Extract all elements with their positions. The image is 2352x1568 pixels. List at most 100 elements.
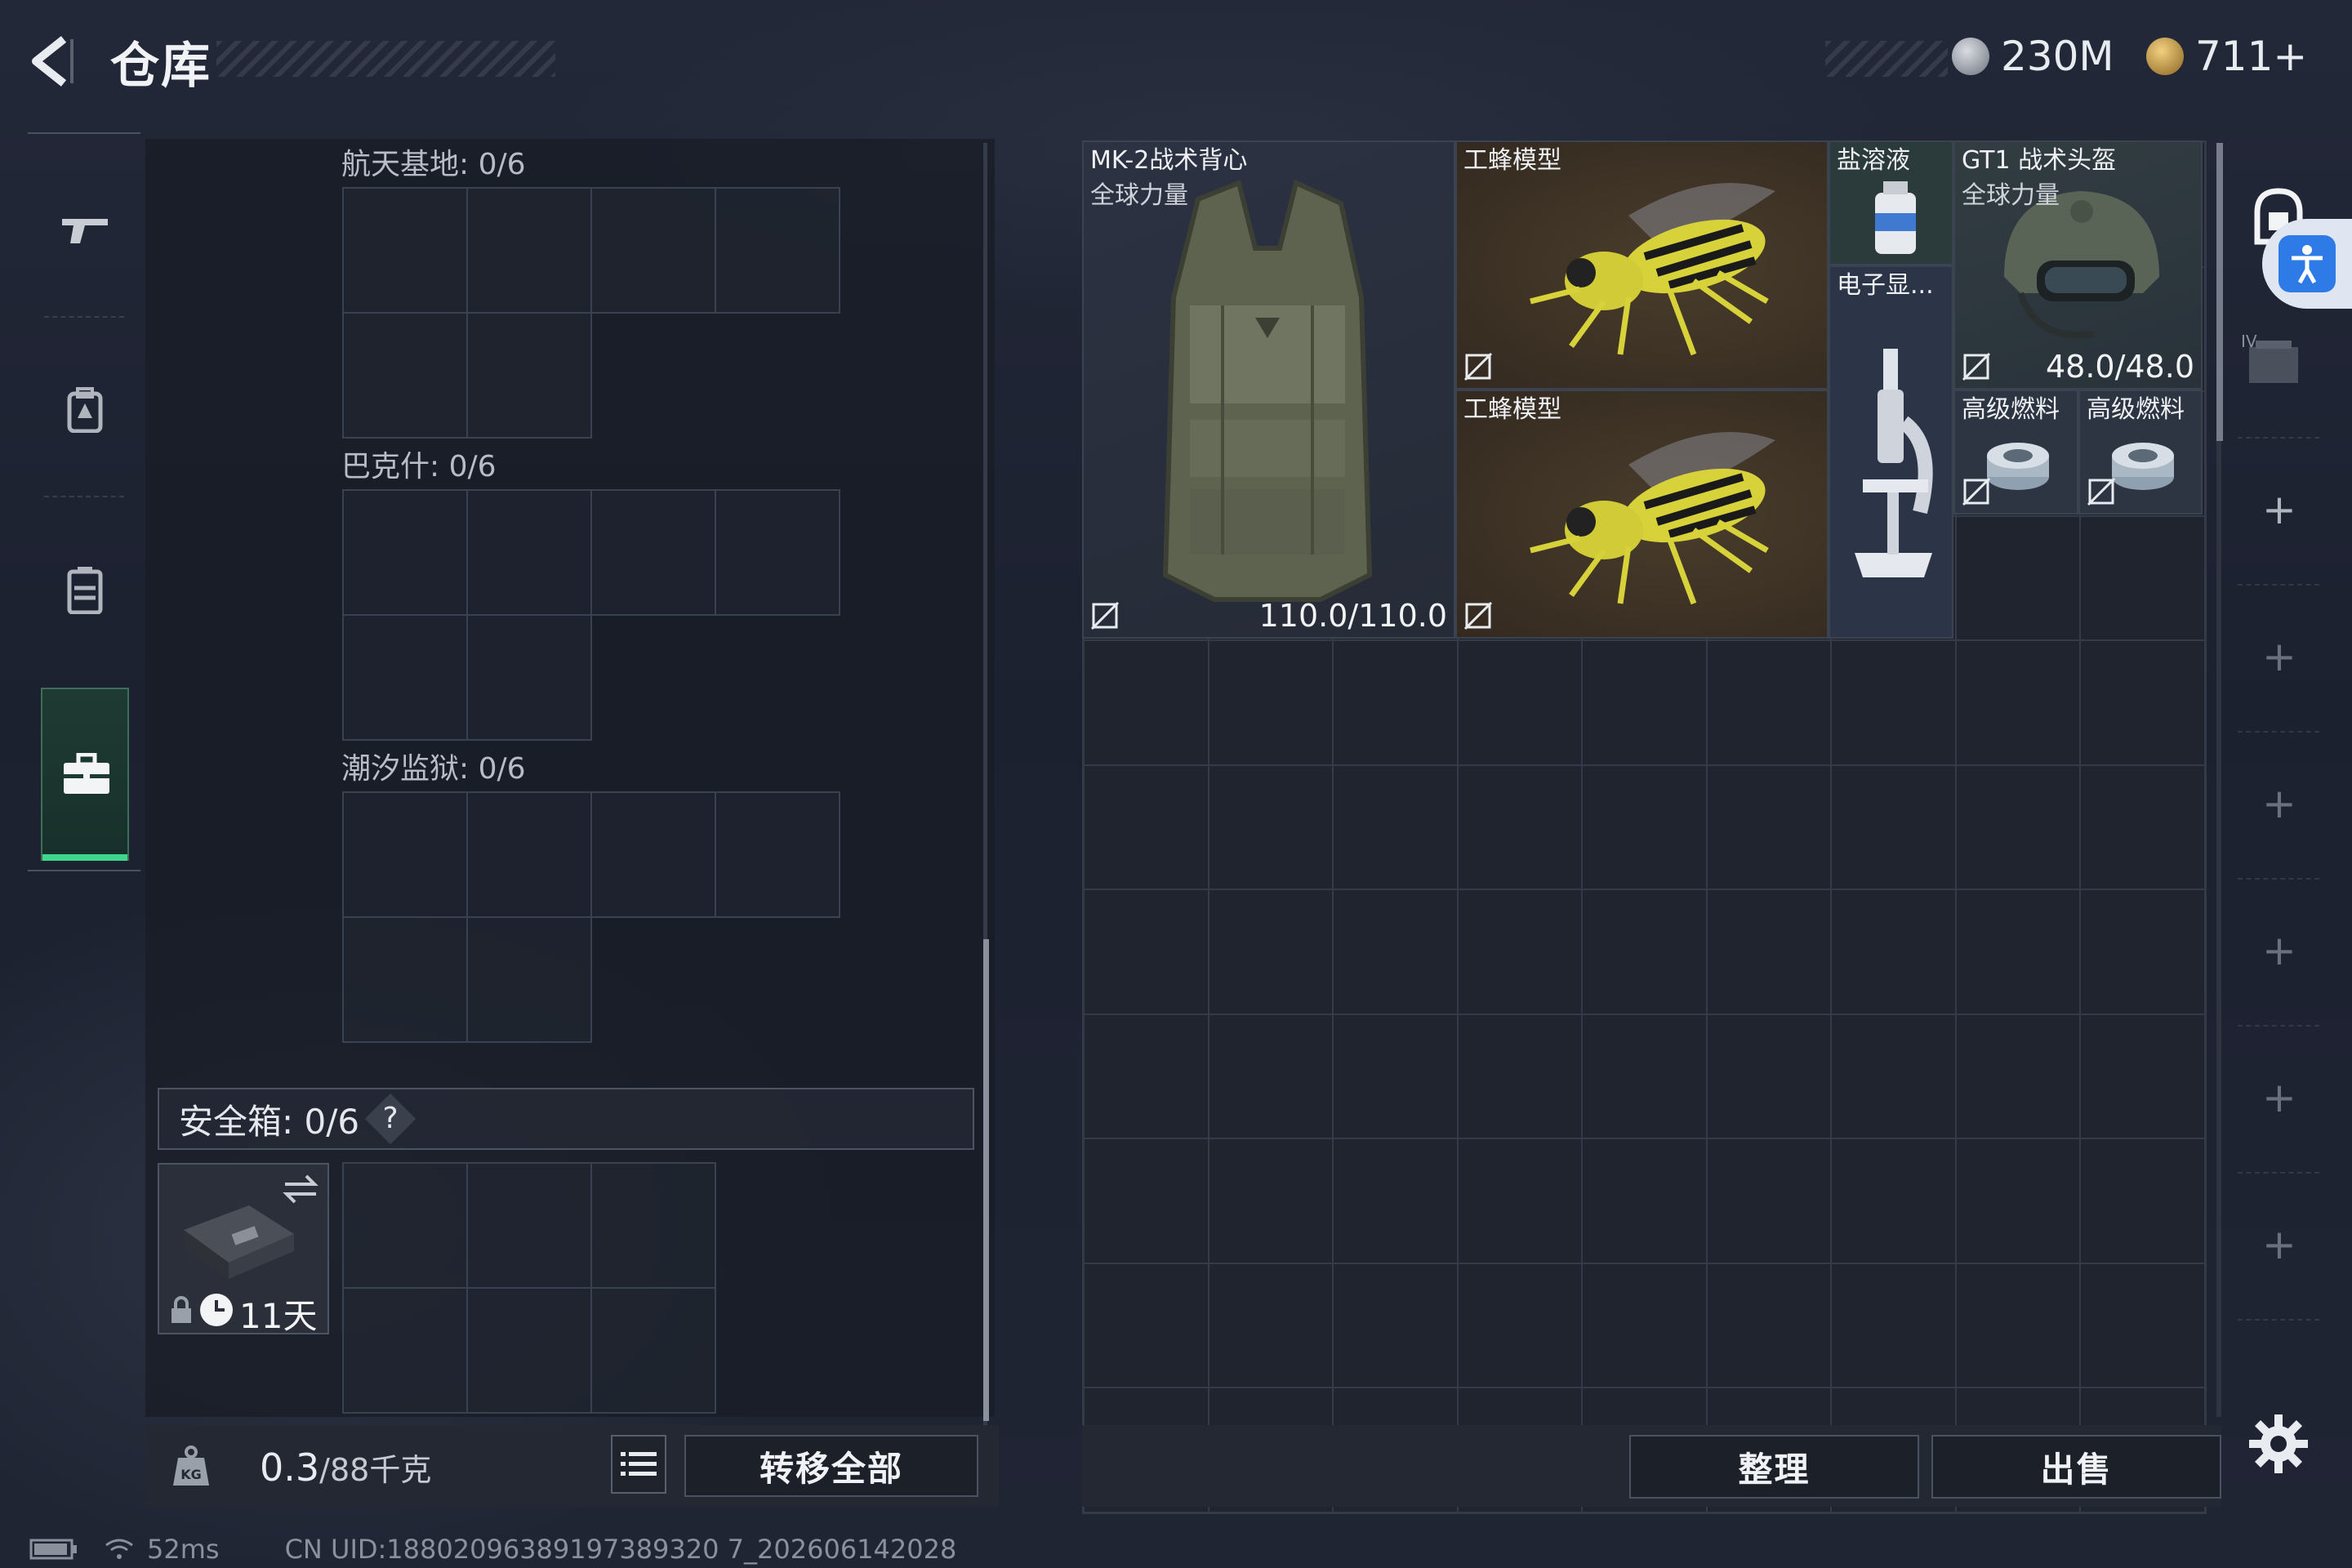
slot-cell[interactable]: [590, 187, 716, 314]
grid-cell[interactable]: [2080, 1013, 2205, 1138]
grid-cell[interactable]: [1955, 640, 2080, 765]
grid-cell[interactable]: [1955, 1263, 2080, 1388]
add-container-button[interactable]: +: [2262, 1074, 2296, 1121]
grid-cell[interactable]: [1457, 1013, 1582, 1138]
grid-cell[interactable]: [1084, 1013, 1209, 1138]
slot-cell[interactable]: [342, 614, 468, 741]
grid-cell[interactable]: [1955, 1013, 2080, 1138]
left-scrollbar-thumb[interactable]: [983, 939, 989, 1421]
slot-cell[interactable]: [590, 791, 716, 918]
slot-cell[interactable]: [342, 916, 468, 1043]
slot-cell[interactable]: [590, 1162, 716, 1289]
grid-cell[interactable]: [1208, 889, 1333, 1014]
safebox-item[interactable]: 11天: [158, 1163, 329, 1336]
grid-cell[interactable]: [1208, 764, 1333, 889]
grid-cell[interactable]: [1084, 1263, 1209, 1388]
add-container-button[interactable]: +: [2262, 780, 2296, 827]
grid-cell[interactable]: [1208, 1263, 1333, 1388]
grid-cell[interactable]: [2080, 1263, 2205, 1388]
slot-cell[interactable]: [342, 489, 468, 616]
transfer-all-button[interactable]: 转移全部: [684, 1435, 978, 1497]
grid-cell[interactable]: [1706, 1013, 1831, 1138]
list-view-button[interactable]: [611, 1435, 666, 1494]
slot-cell[interactable]: [590, 489, 716, 616]
grid-cell[interactable]: [1706, 640, 1831, 765]
grid-cell[interactable]: [1955, 764, 2080, 889]
add-container-button[interactable]: +: [2262, 633, 2296, 680]
grid-cell[interactable]: [1457, 640, 1582, 765]
item-microscope[interactable]: 电子显...: [1829, 265, 1953, 639]
grid-cell[interactable]: [1333, 764, 1458, 889]
grid-cell[interactable]: [1706, 889, 1831, 1014]
slot-cell[interactable]: [466, 1162, 592, 1289]
grid-cell[interactable]: [2080, 640, 2205, 765]
grid-cell[interactable]: [1706, 1138, 1831, 1263]
item-drone-model[interactable]: 工蜂模型: [1455, 390, 1829, 639]
accessibility-button[interactable]: [2262, 219, 2352, 309]
grid-cell[interactable]: [1831, 1263, 1956, 1388]
grid-cell[interactable]: [1582, 1013, 1707, 1138]
grid-cell[interactable]: [1831, 1138, 1956, 1263]
grid-cell[interactable]: [1333, 889, 1458, 1014]
back-button[interactable]: [24, 33, 82, 90]
safebox-grid[interactable]: [342, 1162, 716, 1414]
help-button[interactable]: ?: [364, 1093, 416, 1145]
grid-cell[interactable]: [1831, 1013, 1956, 1138]
map-slot-grid-bakhsh[interactable]: [342, 489, 840, 741]
settings-gear-icon[interactable]: [2246, 1411, 2311, 1477]
grid-cell[interactable]: [1084, 889, 1209, 1014]
add-container-button[interactable]: +: [2262, 927, 2296, 974]
grid-cell[interactable]: [1582, 889, 1707, 1014]
add-container-button[interactable]: +: [2262, 486, 2296, 533]
sell-button[interactable]: 出售: [1931, 1435, 2221, 1499]
grid-cell[interactable]: [1084, 1138, 1209, 1263]
slot-cell[interactable]: [466, 187, 592, 314]
grid-cell[interactable]: [1831, 764, 1956, 889]
grid-cell[interactable]: [2080, 515, 2205, 640]
grid-cell[interactable]: [1582, 764, 1707, 889]
container-iv-icon[interactable]: IV: [2241, 331, 2306, 388]
grid-cell[interactable]: [2080, 1138, 2205, 1263]
item-saline[interactable]: 盐溶液: [1829, 140, 1953, 265]
slot-cell[interactable]: [466, 489, 592, 616]
grid-cell[interactable]: [1208, 640, 1333, 765]
map-slot-grid-tidal-prison[interactable]: [342, 791, 840, 1043]
grid-cell[interactable]: [1208, 1138, 1333, 1263]
currency-gold[interactable]: 711+: [2146, 33, 2307, 80]
slot-cell[interactable]: [466, 312, 592, 439]
nav-backpack[interactable]: [60, 385, 109, 434]
grid-cell[interactable]: [2080, 889, 2205, 1014]
nav-weapon[interactable]: [60, 206, 109, 255]
add-container-button[interactable]: +: [2262, 1221, 2296, 1268]
grid-cell[interactable]: [1333, 1263, 1458, 1388]
slot-cell[interactable]: [715, 791, 840, 918]
grid-cell[interactable]: [1457, 1263, 1582, 1388]
grid-cell[interactable]: [1457, 764, 1582, 889]
slot-cell[interactable]: [466, 1287, 592, 1414]
grid-cell[interactable]: [1706, 1263, 1831, 1388]
slot-cell[interactable]: [590, 1287, 716, 1414]
grid-cell[interactable]: [1208, 1013, 1333, 1138]
grid-cell[interactable]: [1582, 1138, 1707, 1263]
grid-cell[interactable]: [1333, 640, 1458, 765]
grid-cell[interactable]: [1457, 1138, 1582, 1263]
item-drone-model[interactable]: 工蜂模型: [1455, 140, 1829, 390]
grid-cell[interactable]: [1582, 640, 1707, 765]
grid-cell[interactable]: [1831, 889, 1956, 1014]
slot-cell[interactable]: [466, 916, 592, 1043]
grid-cell[interactable]: [1084, 764, 1209, 889]
grid-cell[interactable]: [1333, 1138, 1458, 1263]
grid-cell[interactable]: [1457, 889, 1582, 1014]
item-helmet[interactable]: GT1 战术头盔 全球力量 48.0/48.0: [1953, 140, 2203, 390]
slot-cell[interactable]: [466, 614, 592, 741]
grid-cell[interactable]: [1955, 1138, 2080, 1263]
item-vest[interactable]: MK-2战术背心 全球力量 110.0/110.0: [1082, 140, 1455, 639]
map-slot-grid-aerospace[interactable]: [342, 187, 840, 439]
slot-cell[interactable]: [342, 187, 468, 314]
slot-cell[interactable]: [466, 791, 592, 918]
slot-cell[interactable]: [715, 489, 840, 616]
grid-cell[interactable]: [1333, 1013, 1458, 1138]
slot-cell[interactable]: [342, 791, 468, 918]
slot-cell[interactable]: [342, 312, 468, 439]
grid-cell[interactable]: [1955, 515, 2080, 640]
